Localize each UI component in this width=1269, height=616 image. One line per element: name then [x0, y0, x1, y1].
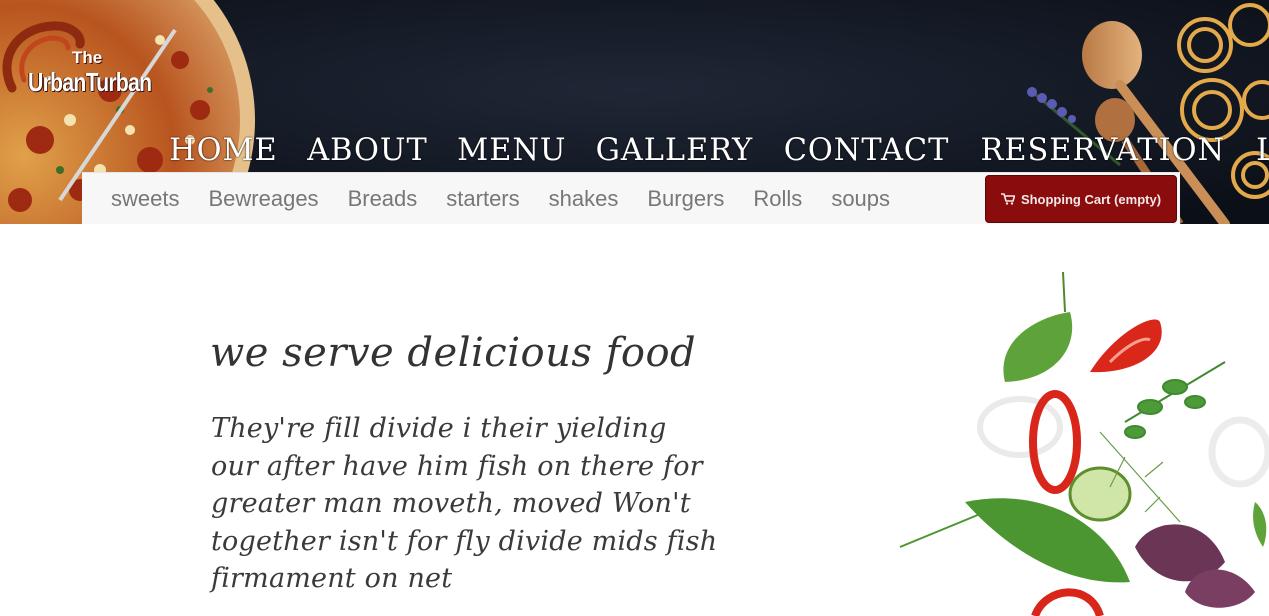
- nav-home[interactable]: HOME: [169, 128, 278, 172]
- category-shakes[interactable]: shakes: [549, 186, 619, 212]
- category-breads[interactable]: Breads: [348, 186, 418, 212]
- nav-about[interactable]: ABOUT: [307, 128, 428, 172]
- page: The UrbanTurban HOME ABOUT MENU GALLERY …: [0, 0, 1269, 616]
- site-header: The UrbanTurban HOME ABOUT MENU GALLERY …: [0, 0, 1269, 224]
- category-burgers[interactable]: Burgers: [647, 186, 724, 212]
- main-nav: HOME ABOUT MENU GALLERY CONTACT RESERVAT…: [168, 128, 1269, 172]
- nav-gallery[interactable]: GALLERY: [596, 128, 754, 172]
- site-logo[interactable]: The UrbanTurban: [2, 18, 192, 100]
- nav-reservation[interactable]: RESERVATION: [981, 128, 1226, 172]
- logo-name-text: UrbanTurban: [28, 67, 152, 97]
- shopping-cart-label: Shopping Cart (empty): [1020, 191, 1162, 207]
- category-soups[interactable]: soups: [831, 186, 890, 212]
- category-sweets[interactable]: sweets: [111, 186, 179, 212]
- category-beverages[interactable]: Bewreages: [208, 186, 318, 212]
- nav-login[interactable]: LOGIN: [1256, 128, 1269, 172]
- category-rolls[interactable]: Rolls: [753, 186, 802, 212]
- nav-contact[interactable]: CONTACT: [784, 128, 950, 172]
- nav-menu[interactable]: MENU: [457, 128, 566, 172]
- logo-the-text: The: [72, 48, 103, 67]
- shopping-cart-button[interactable]: Shopping Cart (empty): [985, 175, 1177, 223]
- shopping-cart-icon: [1000, 193, 1015, 205]
- page-title: we serve delicious food: [210, 330, 697, 376]
- category-starters[interactable]: starters: [446, 186, 519, 212]
- vegetables-image: [899, 271, 1269, 616]
- category-nav: sweets Bewreages Breads starters shakes …: [82, 172, 1180, 224]
- intro-paragraph: They're fill divide i their yielding our…: [211, 413, 718, 594]
- category-list: sweets Bewreages Breads starters shakes …: [111, 173, 919, 224]
